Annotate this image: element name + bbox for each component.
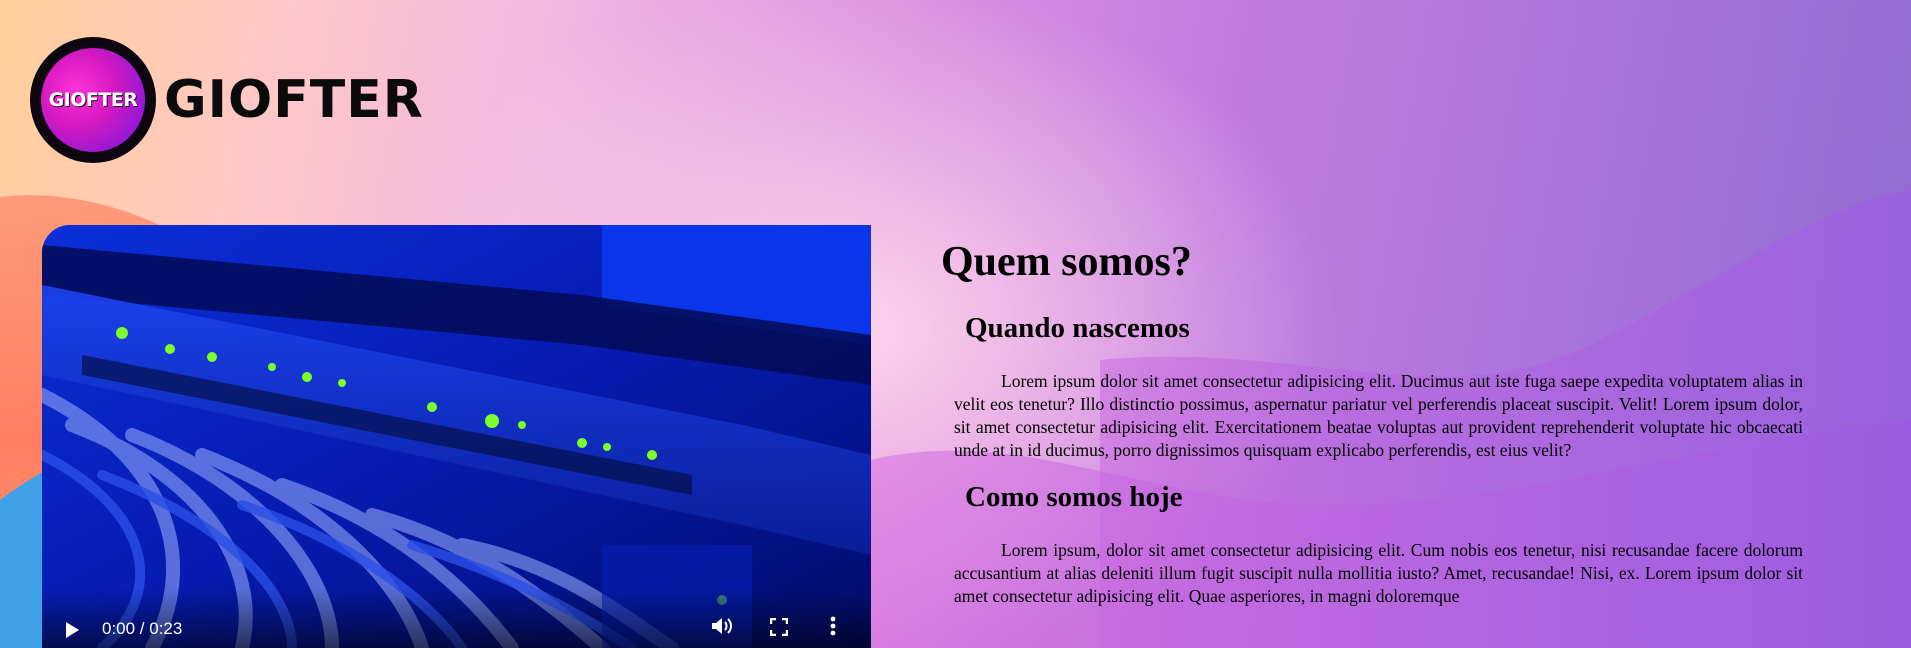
section-text-origin: Lorem ipsum dolor sit amet consectetur a… <box>954 371 1803 460</box>
about-section: Quem somos? Quando nascemos Lorem ipsum … <box>941 236 1803 608</box>
logo-badge-text: GIOFTER <box>48 89 138 111</box>
about-title: Quem somos? <box>941 239 1192 285</box>
video-time-display: 0:00 / 0:23 <box>102 619 183 638</box>
section-heading-today: Como somos hoje <box>965 481 1183 513</box>
site-logo[interactable]: GIOFTER GIOFTER <box>30 37 424 163</box>
section-text-today: Lorem ipsum, dolor sit amet consectetur … <box>954 540 1803 606</box>
video-player[interactable]: 0:00 / 0:23 <box>42 225 871 648</box>
giofter-logo-icon: GIOFTER <box>30 37 156 163</box>
section-heading-origin: Quando nascemos <box>965 312 1190 344</box>
more-options-icon[interactable] <box>830 615 836 642</box>
video-frame-network-switch <box>42 225 871 648</box>
logo-wordmark: GIOFTER <box>164 70 424 130</box>
video-controls-bar: 0:00 / 0:23 <box>42 588 871 648</box>
volume-icon[interactable] <box>710 615 734 642</box>
play-icon[interactable] <box>66 622 79 638</box>
fullscreen-icon[interactable] <box>769 617 789 641</box>
